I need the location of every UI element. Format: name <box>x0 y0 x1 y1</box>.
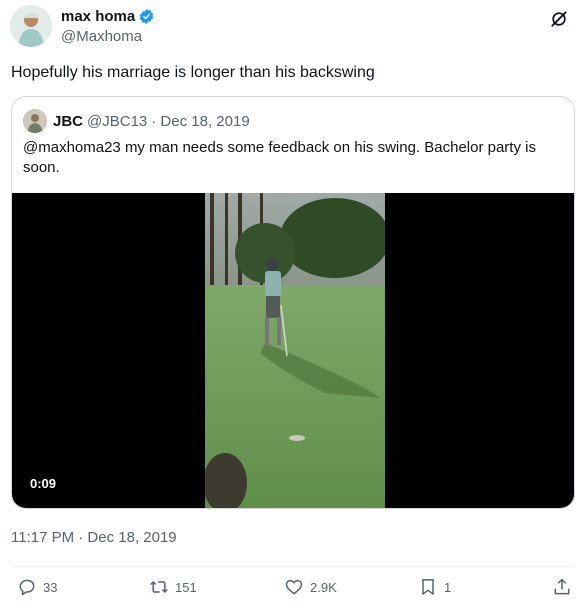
quoted-author-avatar[interactable] <box>23 109 47 133</box>
reply-button[interactable]: 33 <box>17 577 57 597</box>
bookmark-count: 1 <box>444 579 452 595</box>
bookmark-icon <box>422 579 434 595</box>
video-duration: 0:09 <box>24 474 63 493</box>
quoted-text: @maxhoma23 my man needs some feedback on… <box>23 139 536 176</box>
tweet-header: max homa @Maxhoma <box>10 5 575 49</box>
like-count: 2.9K <box>310 579 337 595</box>
author-handle[interactable]: @Maxhoma <box>61 28 142 45</box>
verified-badge-icon <box>139 9 154 24</box>
like-button[interactable]: 2.9K <box>284 577 337 597</box>
action-bar: 33 151 2.9K 1 <box>0 577 585 603</box>
repost-icon <box>150 580 168 594</box>
heart-icon <box>285 579 303 595</box>
tweet-text: Hopefully his marriage is longer than hi… <box>11 64 375 81</box>
reply-icon <box>19 579 35 596</box>
reply-count: 33 <box>43 579 58 595</box>
bookmark-button[interactable]: 1 <box>418 577 451 597</box>
quoted-tweet[interactable]: JBC @JBC13 · Dec 18, 2019 @maxhoma23 my … <box>11 96 575 509</box>
grok-icon[interactable] <box>549 9 569 29</box>
divider <box>11 566 575 567</box>
repost-button[interactable]: 151 <box>149 577 197 597</box>
quoted-author-handle[interactable]: @JBC13 <box>87 113 147 130</box>
share-button[interactable] <box>552 577 578 597</box>
video-frame <box>205 193 385 508</box>
author-avatar[interactable] <box>10 5 52 47</box>
author-name[interactable]: max homa <box>61 8 135 25</box>
tweet-timestamp[interactable]: 11:17 PM · Dec 18, 2019 <box>11 529 177 546</box>
quoted-author-name[interactable]: JBC <box>53 113 83 130</box>
quoted-date: · Dec 18, 2019 <box>151 112 250 130</box>
repost-count: 151 <box>175 579 197 595</box>
video-player[interactable]: 0:09 <box>12 193 574 508</box>
share-icon <box>554 578 570 595</box>
